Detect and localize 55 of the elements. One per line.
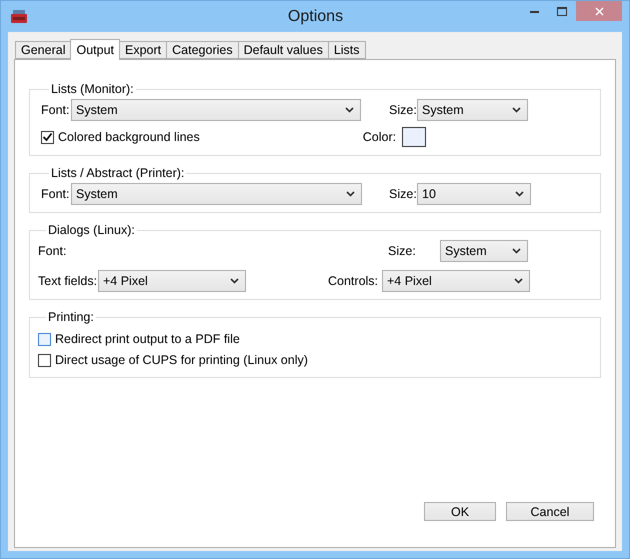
field-label: Color:	[362, 130, 396, 144]
chevron-down-icon	[514, 278, 523, 284]
dropdown-value: System	[445, 244, 487, 258]
text-fields-dropdown[interactable]: +4 Pixel	[98, 270, 246, 292]
group-title: Dialogs (Linux):	[47, 223, 136, 237]
field-label: Size:	[388, 244, 417, 258]
field-label: Text fields:	[38, 274, 98, 288]
tab[interactable]: General	[15, 41, 72, 59]
cancel-button[interactable]: Cancel	[506, 502, 594, 521]
chevron-down-icon	[515, 191, 524, 197]
ok-button[interactable]: OK	[424, 502, 496, 521]
chevron-down-icon	[512, 107, 521, 113]
checkmark-icon	[42, 132, 53, 142]
tab[interactable]: Output	[70, 39, 120, 60]
field-label: Size:	[389, 187, 417, 201]
dropdown-value: 10	[422, 187, 436, 201]
font-dropdown[interactable]: System	[71, 183, 362, 205]
checkbox-label: Redirect print output to a PDF file	[55, 332, 240, 346]
field-label: Font:	[41, 187, 70, 201]
group-title: Printing:	[47, 310, 95, 324]
field-label: Size:	[389, 103, 417, 117]
color-swatch[interactable]	[402, 127, 426, 147]
tab[interactable]: Lists	[328, 41, 366, 59]
checkbox[interactable]	[38, 332, 51, 346]
field-label: Font:	[41, 103, 70, 117]
chevron-down-icon	[346, 191, 355, 197]
size-dropdown[interactable]: System	[440, 240, 528, 262]
size-dropdown[interactable]: System	[417, 99, 528, 121]
dropdown-value: System	[76, 187, 118, 201]
chevron-down-icon	[345, 107, 354, 113]
dropdown-value: +4 Pixel	[387, 274, 432, 288]
dropdown-value: System	[76, 103, 118, 117]
font-dropdown[interactable]: System	[71, 99, 361, 121]
dropdown-value: +4 Pixel	[103, 274, 148, 288]
checkbox[interactable]	[41, 130, 54, 144]
minimize-icon	[530, 10, 538, 12]
maximize-icon	[557, 6, 567, 16]
tab[interactable]: Default values	[238, 41, 329, 59]
field-label: Controls:	[328, 274, 380, 288]
tab[interactable]: Export	[119, 41, 168, 59]
dropdown-value: System	[422, 103, 464, 117]
checkbox-label: Direct usage of CUPS for printing (Linux only)	[55, 353, 308, 367]
window-title: Options	[286, 8, 344, 26]
app-icon	[11, 10, 27, 24]
group-title: Lists / Abstract (Printer):	[50, 166, 186, 180]
tab[interactable]: Categories	[166, 41, 239, 59]
field-label: Font:	[38, 244, 68, 258]
checkbox[interactable]	[38, 354, 51, 366]
checkbox-label: Colored background lines	[58, 130, 200, 144]
controls-dropdown[interactable]: +4 Pixel	[382, 270, 530, 292]
size-dropdown[interactable]: 10	[417, 183, 531, 205]
close-icon	[594, 6, 604, 16]
chevron-down-icon	[512, 248, 521, 254]
group-title: Lists (Monitor):	[50, 82, 135, 96]
chevron-down-icon	[230, 278, 239, 284]
